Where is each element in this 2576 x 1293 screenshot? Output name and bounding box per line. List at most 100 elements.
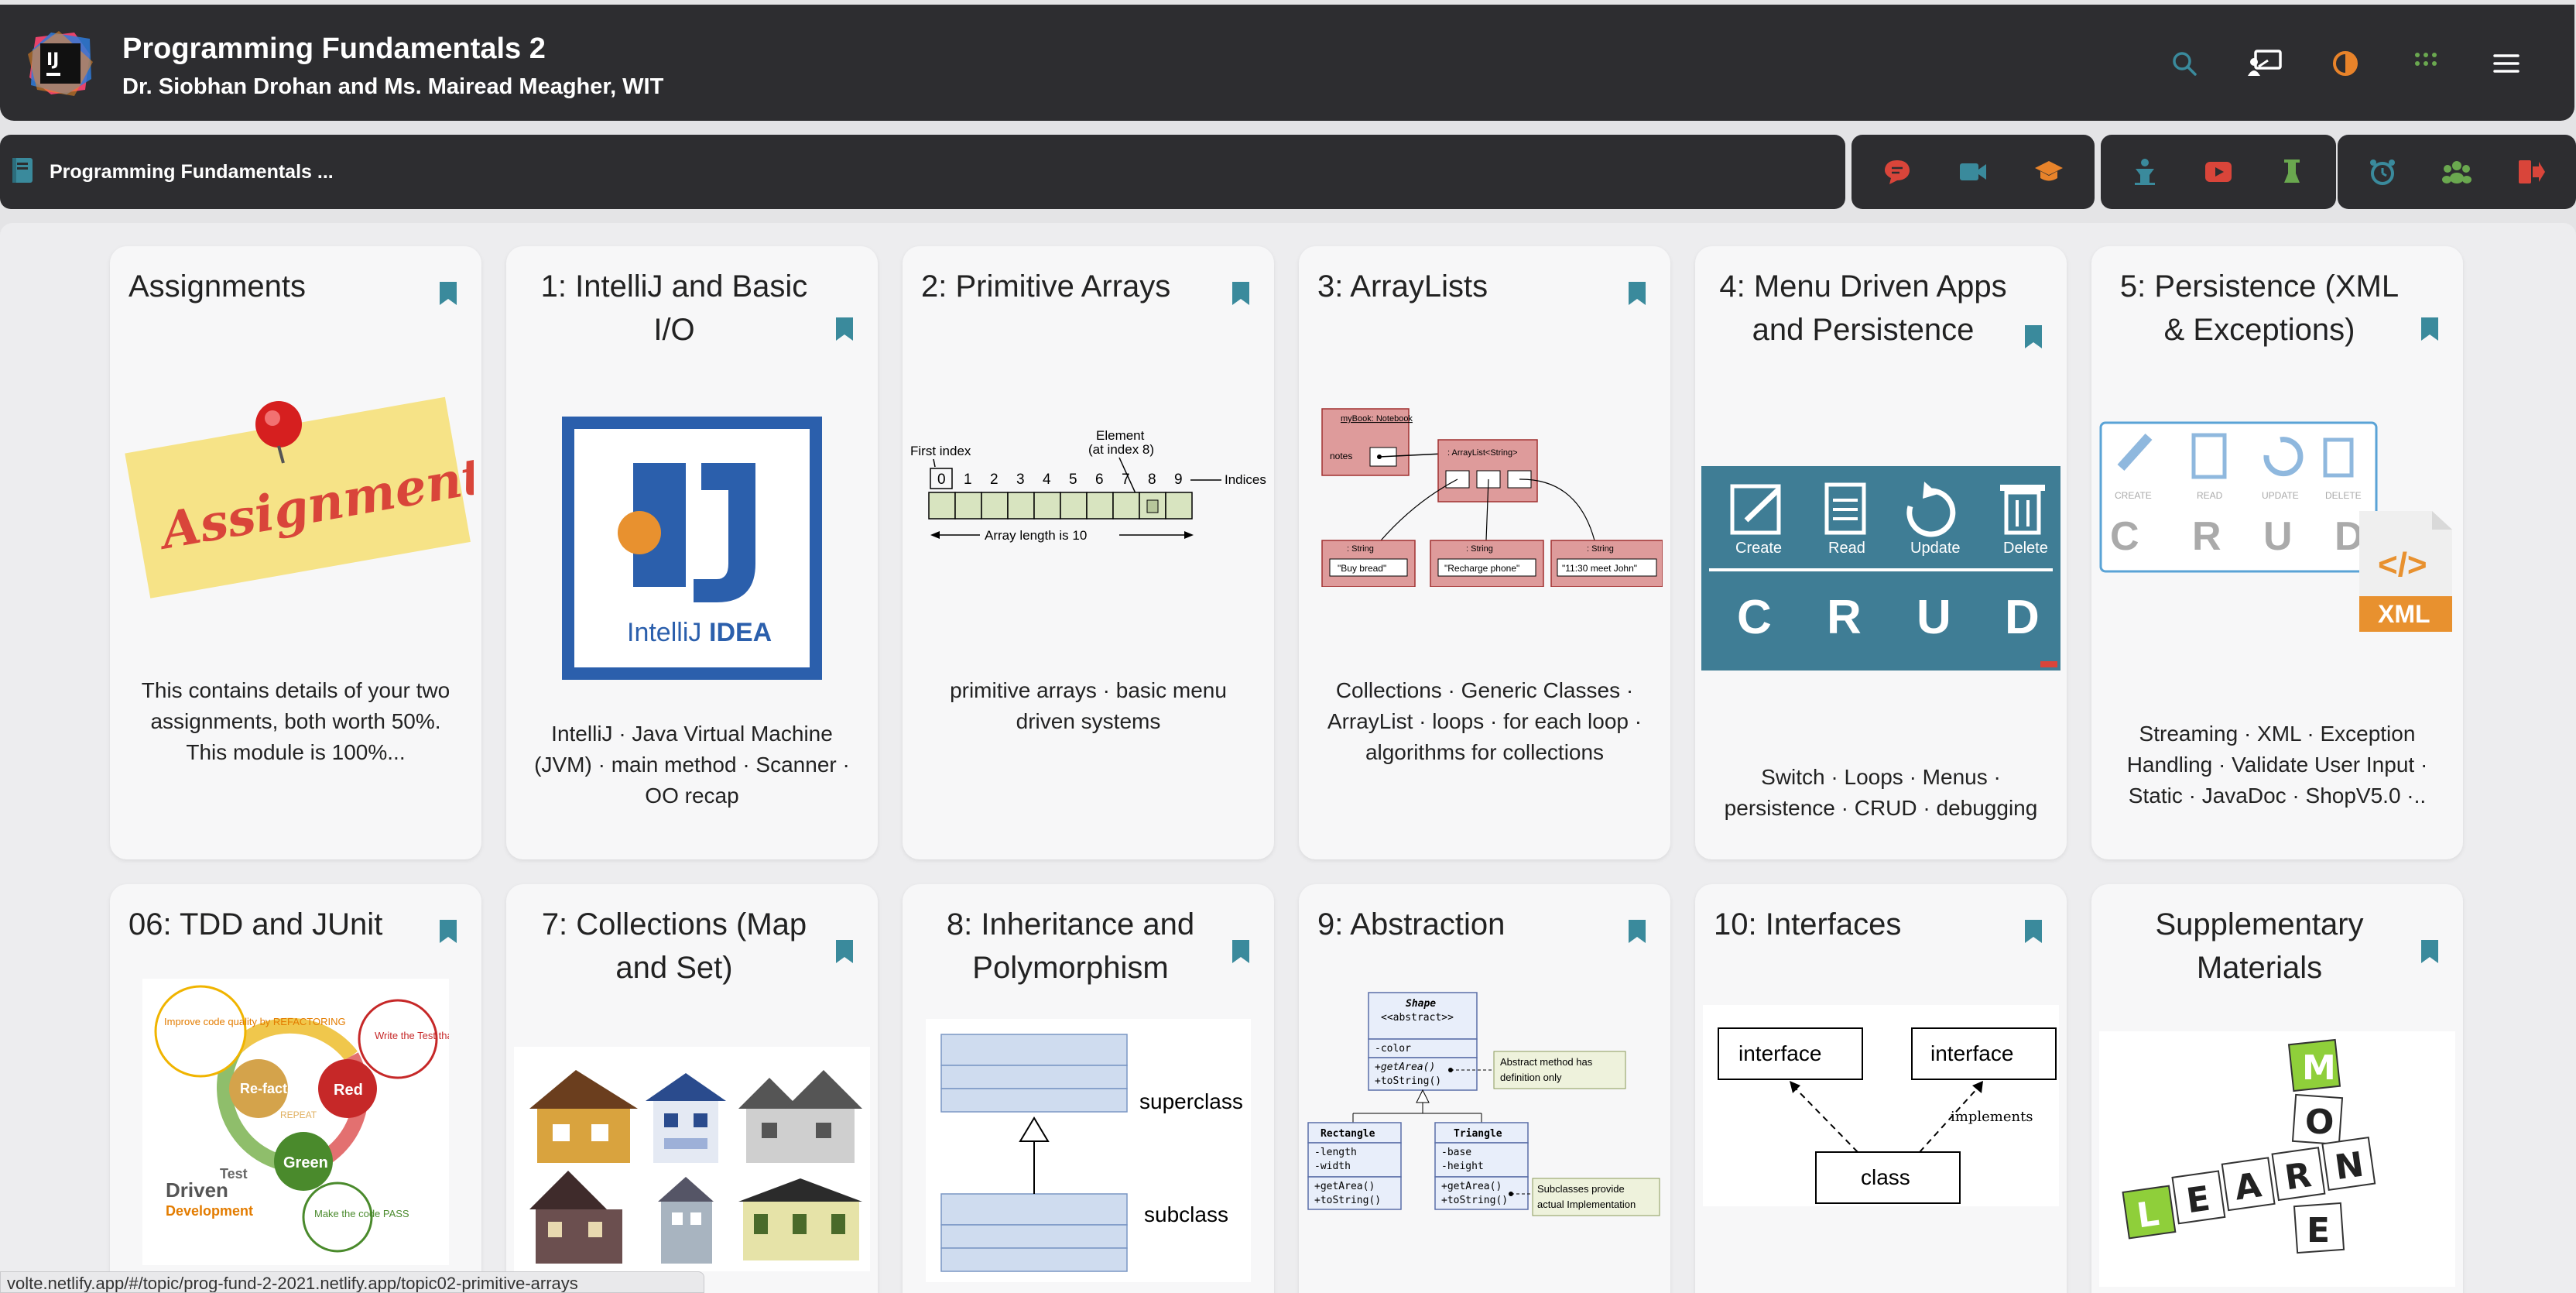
svg-text:(at index 8): (at index 8) [1088,442,1154,457]
svg-text:Development: Development [166,1203,253,1219]
alarm-icon[interactable] [2362,152,2403,192]
svg-text:interface: interface [1930,1041,2013,1065]
link-status-bar: volte.netlify.app/#/topic/prog-fund-2-20… [0,1271,704,1293]
bookmark-icon[interactable] [2023,918,2043,945]
apps-grid-icon[interactable] [2404,42,2448,85]
svg-text:Rectangle: Rectangle [1321,1128,1375,1140]
svg-text:IDEA: IDEA [709,618,772,647]
svg-text:Read: Read [1828,540,1865,557]
card-title: 2: Primitive Arrays [921,269,1171,304]
svg-text:R: R [2192,514,2221,559]
svg-text:Make the code PASS: Make the code PASS [314,1208,409,1219]
logout-icon[interactable] [2511,152,2551,192]
svg-text:notes: notes [1330,451,1352,461]
svg-text:D: D [2334,514,2364,559]
topic-card-assignments[interactable]: Assignments Assignment This contains det… [110,246,481,859]
inheritance-diagram-image: superclass subclass [903,1019,1274,1282]
topic-card-collections-map-set[interactable]: 7: Collections (Map and Set) [506,884,878,1293]
toolbar-group-2 [2101,135,2336,209]
svg-text:-color: -color [1375,1043,1411,1055]
array-index-digit: 4 [1043,472,1051,488]
bookmark-icon[interactable] [1627,918,1647,945]
svg-text:A: A [2232,1165,2264,1208]
breadcrumb-title[interactable]: Programming Fundamentals ... [50,161,334,183]
video-icon[interactable] [1953,152,1993,192]
svg-text:D: D [2005,591,2040,644]
svg-text:Driven: Driven [166,1178,228,1202]
topic-card-abstraction[interactable]: 9: Abstraction Shape <<abstract>> -color… [1299,884,1670,1293]
card-description: primitive arrays · basic menu driven sys… [950,678,1227,733]
card-title: Supplementary Materials [2155,907,2364,985]
top-header: IJ Programming Fundamentals 2 Dr. Siobha… [0,5,2574,121]
card-title: 8: Inheritance and Polymorphism [946,907,1195,985]
svg-text:U: U [1917,591,1951,644]
bookmark-icon[interactable] [438,280,458,307]
array-index-digit: 2 [990,472,999,488]
bookmark-icon[interactable] [1627,280,1647,307]
bookmark-icon[interactable] [1231,280,1251,307]
topic-card-menu-driven-apps[interactable]: 4: Menu Driven Apps and Persistence Crea… [1695,246,2067,859]
group-icon[interactable] [2437,152,2477,192]
card-description: Switch · Loops · Menus · persistence · C… [1724,765,2038,820]
svg-text:XML: XML [2378,600,2430,628]
houses-image [506,1047,878,1271]
svg-text:+getArea(): +getArea() [1375,1061,1435,1073]
search-icon[interactable] [2163,42,2206,85]
svg-text:C: C [2110,514,2139,559]
person-icon[interactable] [2125,152,2165,192]
bookmark-icon[interactable] [834,316,855,342]
intellij-logo-icon[interactable]: IJ [28,31,93,96]
svg-text:Element: Element [1096,428,1145,443]
svg-text:-width: -width [1314,1161,1351,1172]
bookmark-icon[interactable] [834,938,855,965]
svg-text:+toString(): +toString() [1375,1075,1441,1087]
svg-text:: String: : String [1587,544,1614,554]
array-index-digit: 5 [1069,472,1077,488]
interfaces-diagram-image: interface interface class implements [1695,1005,2067,1206]
topic-card-persistence-xml[interactable]: 5: Persistence (XML & Exceptions) CREATE… [2091,246,2463,859]
content-area: Assignments Assignment This contains det… [0,223,2576,1293]
app-title: Programming Fundamentals 2 [122,33,546,65]
app-subtitle: Dr. Siobhan Drohan and Ms. Mairead Meagh… [122,74,664,99]
beaker-icon[interactable] [2272,152,2312,192]
svg-text:Triangle: Triangle [1454,1128,1502,1140]
svg-text:U: U [2263,514,2293,559]
bookmark-icon[interactable] [438,918,458,945]
svg-text:IntelliJ: IntelliJ [627,618,701,647]
topic-card-inheritance[interactable]: 8: Inheritance and Polymorphism supercla… [903,884,1274,1293]
theme-toggle-icon[interactable] [2324,42,2367,85]
card-title: 3: ArrayLists [1317,269,1488,304]
svg-text:DELETE: DELETE [2325,490,2362,501]
presentation-icon[interactable] [2243,42,2287,85]
svg-text:: String: : String [1347,544,1374,554]
svg-text:</>: </> [2378,546,2427,584]
header-icons [2163,42,2528,85]
svg-text:: ArrayList<String>: : ArrayList<String> [1447,448,1518,458]
chat-icon[interactable] [1877,152,1917,192]
card-description: IntelliJ · Java Virtual Machine (JVM) · … [534,722,850,808]
svg-text:"Recharge phone": "Recharge phone" [1444,563,1519,574]
card-title: 5: Persistence (XML & Exceptions) [2119,269,2400,347]
menu-icon[interactable] [2485,42,2528,85]
array-diagram-image: First index Element (at index 8) Indices… [903,420,1274,560]
topic-card-tdd-junit[interactable]: 06: TDD and JUnit Improve code quality b… [110,884,481,1293]
bookmark-icon[interactable] [2420,938,2440,965]
bookmark-icon[interactable] [2420,316,2440,342]
bookmark-icon[interactable] [1231,938,1251,965]
array-index-digit: 8 [1148,472,1156,488]
svg-text:Improve code quality by REFACT: Improve code quality by REFACTORING [164,1016,346,1027]
card-description: Streaming · XML · Exception Handling · V… [2126,722,2428,808]
svg-text:Create: Create [1735,540,1782,557]
topic-card-supplementary[interactable]: Supplementary Materials M O E L E A R N [2091,884,2463,1293]
youtube-icon[interactable] [2198,152,2239,192]
svg-text:N: N [2332,1145,2366,1188]
intellij-logo-image: IntelliJ IDEA [506,417,878,680]
topic-card-arraylists[interactable]: 3: ArrayLists myBook: Notebook notes : A… [1299,246,1670,859]
topic-card-intellij[interactable]: 1: IntelliJ and Basic I/O IntelliJ IDEA … [506,246,878,859]
card-title: 7: Collections (Map and Set) [541,907,807,985]
bookmark-icon[interactable] [2023,324,2043,350]
notebook-icon [11,156,34,188]
graduation-cap-icon[interactable] [2029,152,2069,192]
topic-card-interfaces[interactable]: 10: Interfaces interface interface class… [1695,884,2067,1293]
topic-card-primitive-arrays[interactable]: 2: Primitive Arrays First index Element … [903,246,1274,859]
